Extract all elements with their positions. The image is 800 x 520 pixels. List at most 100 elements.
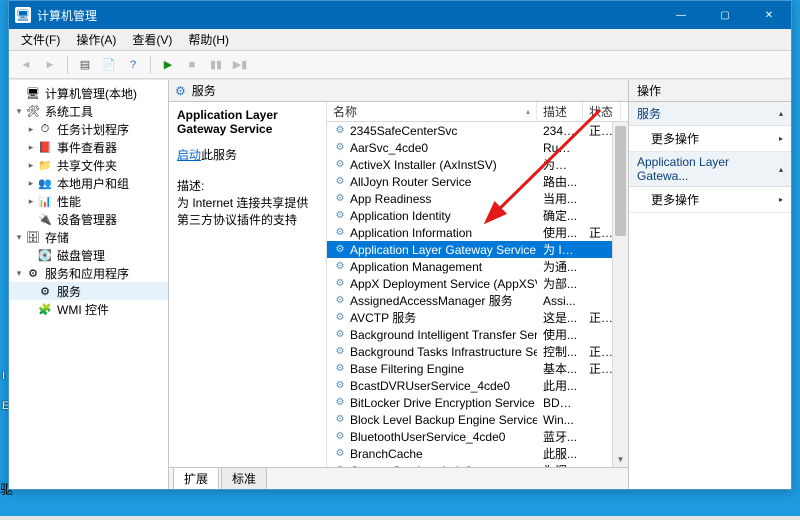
service-row[interactable]: ⚙BluetoothUserService_4cde0蓝牙... — [327, 428, 628, 445]
tree-shared-folders[interactable]: ▸ 📁 共享文件夹 — [9, 156, 168, 174]
service-desc-cell: Assi... — [537, 294, 583, 308]
service-row[interactable]: ⚙Background Intelligent Transfer Service… — [327, 326, 628, 343]
tree-disk-management[interactable]: 💽 磁盘管理 — [9, 246, 168, 264]
service-name: BluetoothUserService_4cde0 — [350, 430, 505, 444]
tree-services-apps[interactable]: ▾ ⚙ 服务和应用程序 — [9, 264, 168, 282]
service-row[interactable]: ⚙AVCTP 服务这是...正在... — [327, 309, 628, 326]
menu-help[interactable]: 帮助(H) — [180, 29, 237, 50]
service-row[interactable]: ⚙AppX Deployment Service (AppXSVC)为部... — [327, 275, 628, 292]
service-name: Application Management — [350, 260, 482, 274]
service-row[interactable]: ⚙Application Information使用...正在... — [327, 224, 628, 241]
tab-standard[interactable]: 标准 — [221, 467, 267, 489]
service-name: BitLocker Drive Encryption Service — [350, 396, 535, 410]
menu-bar: 文件(F) 操作(A) 查看(V) 帮助(H) — [9, 29, 791, 51]
service-desc-cell: 为通... — [537, 258, 583, 275]
menu-action[interactable]: 操作(A) — [68, 29, 124, 50]
stop-service-button[interactable]: ■ — [181, 54, 203, 76]
tree-system-tools[interactable]: ▾ 🛠 系统工具 — [9, 102, 168, 120]
tree-wmi[interactable]: 🧩 WMI 控件 — [9, 300, 168, 318]
collapse-icon[interactable]: ▾ — [13, 232, 25, 243]
gear-icon: ⚙ — [333, 209, 347, 223]
actions-more-label: 更多操作 — [651, 130, 699, 147]
service-name-cell: ⚙AllJoyn Router Service — [327, 175, 537, 189]
tree-services[interactable]: ⚙ 服务 — [9, 282, 168, 300]
service-name: Application Information — [350, 226, 472, 240]
taskbar[interactable] — [0, 516, 800, 520]
service-row[interactable]: ⚙AarSvc_4cde0Runt... — [327, 139, 628, 156]
desktop-icon-1[interactable]: I — [2, 370, 5, 382]
services-columns: 名称▴ 描述 状态 — [327, 102, 628, 122]
services-apps-icon: ⚙ — [25, 265, 41, 281]
expand-icon[interactable]: ▸ — [25, 142, 37, 153]
expand-icon[interactable]: ▸ — [25, 124, 37, 135]
service-row[interactable]: ⚙CaptureService_4cde0为调... — [327, 462, 628, 467]
actions-more-2[interactable]: 更多操作 ▸ — [629, 187, 791, 212]
service-row[interactable]: ⚙BitLocker Drive Encryption ServiceBDE..… — [327, 394, 628, 411]
expand-icon[interactable]: ▸ — [25, 178, 37, 189]
menu-view[interactable]: 查看(V) — [124, 29, 180, 50]
forward-button[interactable]: ► — [39, 54, 61, 76]
service-row[interactable]: ⚙AllJoyn Router Service路由... — [327, 173, 628, 190]
export-list-button[interactable]: 📄 — [98, 54, 120, 76]
service-row[interactable]: ⚙BranchCache此服... — [327, 445, 628, 462]
tree-event-viewer[interactable]: ▸ 📕 事件查看器 — [9, 138, 168, 156]
maximize-button[interactable]: ▢ — [703, 1, 747, 29]
service-row[interactable]: ⚙AssignedAccessManager 服务Assi... — [327, 292, 628, 309]
show-hide-tree-button[interactable]: ▤ — [74, 54, 96, 76]
column-desc[interactable]: 描述 — [537, 102, 583, 121]
vertical-scrollbar[interactable]: ▲ ▼ — [612, 122, 628, 467]
service-row[interactable]: ⚙BcastDVRUserService_4cde0此用... — [327, 377, 628, 394]
services-rows[interactable]: ⚙2345SafeCenterSvc2345...正在...⚙AarSvc_4c… — [327, 122, 628, 467]
tree-label: 系统工具 — [45, 103, 93, 120]
service-row[interactable]: ⚙Application Layer Gateway Service为 In..… — [327, 241, 628, 258]
minimize-button[interactable]: — — [659, 1, 703, 29]
service-row[interactable]: ⚙Background Tasks Infrastructure Service… — [327, 343, 628, 360]
folder-icon: 📁 — [37, 157, 53, 173]
column-name[interactable]: 名称▴ — [327, 102, 537, 121]
menu-file[interactable]: 文件(F) — [13, 29, 68, 50]
scroll-thumb[interactable] — [615, 126, 626, 236]
tree-local-users[interactable]: ▸ 👥 本地用户和组 — [9, 174, 168, 192]
expand-icon[interactable]: ▸ — [25, 160, 37, 171]
start-service-line: 启动此服务 — [177, 146, 318, 163]
tree-label: 本地用户和组 — [57, 175, 129, 192]
actions-section-selected-title[interactable]: Application Layer Gatewa... ▴ — [629, 152, 791, 187]
actions-more-1[interactable]: 更多操作 ▸ — [629, 126, 791, 151]
service-name-cell: ⚙BitLocker Drive Encryption Service — [327, 396, 537, 410]
column-state[interactable]: 状态 — [583, 102, 621, 121]
service-row[interactable]: ⚙App Readiness当用... — [327, 190, 628, 207]
content-body: 🖥 计算机管理(本地) ▾ 🛠 系统工具 ▸ ⏱ 任务计划程序 ▸ 📕 事件查看… — [9, 79, 791, 489]
tree-device-manager[interactable]: 🔌 设备管理器 — [9, 210, 168, 228]
service-row[interactable]: ⚙Base Filtering Engine基本...正在... — [327, 360, 628, 377]
tree-root[interactable]: 🖥 计算机管理(本地) — [9, 84, 168, 102]
close-button[interactable]: ✕ — [747, 1, 791, 29]
help-button[interactable]: ? — [122, 54, 144, 76]
start-service-button[interactable]: ▶ — [157, 54, 179, 76]
service-row[interactable]: ⚙Application Identity确定... — [327, 207, 628, 224]
start-service-link[interactable]: 启动 — [177, 148, 201, 162]
back-button[interactable]: ◄ — [15, 54, 37, 76]
service-row[interactable]: ⚙ActiveX Installer (AxInstSV)为从 ... — [327, 156, 628, 173]
titlebar[interactable]: 🖥 计算机管理 — ▢ ✕ — [9, 1, 791, 29]
toolbar: ◄ ► ▤ 📄 ? ▶ ■ ▮▮ ▶▮ — [9, 51, 791, 79]
nav-tree[interactable]: 🖥 计算机管理(本地) ▾ 🛠 系统工具 ▸ ⏱ 任务计划程序 ▸ 📕 事件查看… — [9, 80, 169, 489]
actions-section-services-title[interactable]: 服务 ▴ — [629, 102, 791, 126]
collapse-icon[interactable]: ▾ — [13, 268, 25, 279]
expand-icon[interactable]: ▸ — [25, 196, 37, 207]
center-body: Application Layer Gateway Service 启动此服务 … — [169, 102, 628, 467]
service-row[interactable]: ⚙Block Level Backup Engine ServiceWin... — [327, 411, 628, 428]
service-row[interactable]: ⚙Application Management为通... — [327, 258, 628, 275]
restart-service-button[interactable]: ▶▮ — [229, 54, 251, 76]
service-name-cell: ⚙AVCTP 服务 — [327, 309, 537, 326]
collapse-icon[interactable]: ▾ — [13, 106, 25, 117]
center-pane: ⚙ 服务 Application Layer Gateway Service 启… — [169, 80, 629, 489]
pause-service-button[interactable]: ▮▮ — [205, 54, 227, 76]
tree-storage[interactable]: ▾ 🗄 存储 — [9, 228, 168, 246]
service-name: CaptureService_4cde0 — [350, 464, 472, 468]
service-row[interactable]: ⚙2345SafeCenterSvc2345...正在... — [327, 122, 628, 139]
sort-asc-icon: ▴ — [526, 107, 530, 116]
tab-extended[interactable]: 扩展 — [173, 467, 219, 489]
tree-performance[interactable]: ▸ 📊 性能 — [9, 192, 168, 210]
tree-task-scheduler[interactable]: ▸ ⏱ 任务计划程序 — [9, 120, 168, 138]
scroll-down-button[interactable]: ▼ — [613, 451, 628, 467]
